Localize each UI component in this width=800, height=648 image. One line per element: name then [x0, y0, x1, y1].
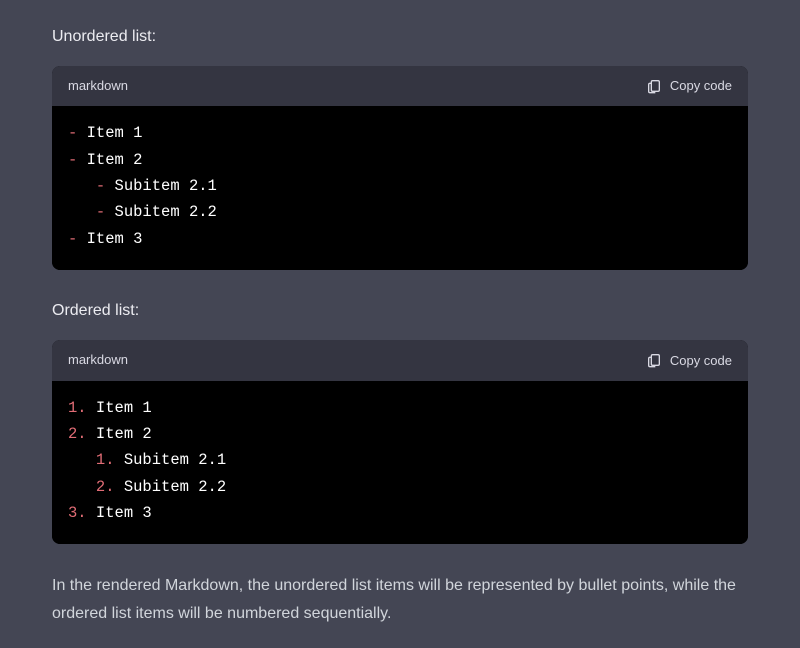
- copy-code-label: Copy code: [670, 78, 732, 93]
- copy-code-button[interactable]: Copy code: [646, 78, 732, 94]
- copy-code-button[interactable]: Copy code: [646, 352, 732, 368]
- explanation-text: In the rendered Markdown, the unordered …: [52, 572, 748, 628]
- clipboard-icon: [646, 78, 662, 94]
- code-block-unordered: markdown Copy code - Item 1 - Item 2 - S…: [52, 66, 748, 271]
- code-lang-label: markdown: [68, 350, 128, 371]
- clipboard-icon: [646, 352, 662, 368]
- code-lang-label: markdown: [68, 76, 128, 97]
- code-body-unordered: - Item 1 - Item 2 - Subitem 2.1 - Subite…: [52, 106, 748, 270]
- code-header: markdown Copy code: [52, 340, 748, 381]
- ordered-list-heading: Ordered list:: [52, 298, 748, 324]
- code-header: markdown Copy code: [52, 66, 748, 107]
- unordered-list-heading: Unordered list:: [52, 24, 748, 50]
- code-block-ordered: markdown Copy code 1. Item 1 2. Item 2 1…: [52, 340, 748, 545]
- code-body-ordered: 1. Item 1 2. Item 2 1. Subitem 2.1 2. Su…: [52, 381, 748, 545]
- copy-code-label: Copy code: [670, 353, 732, 368]
